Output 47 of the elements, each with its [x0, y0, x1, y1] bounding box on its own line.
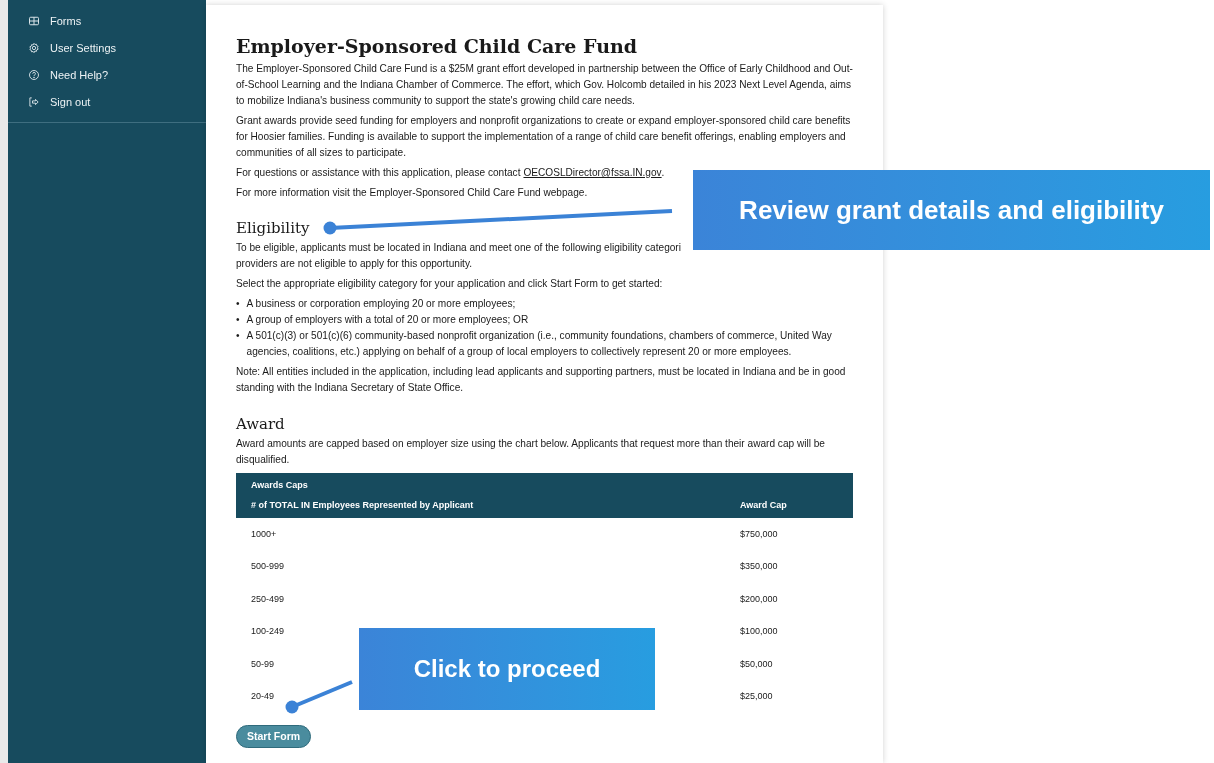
sidebar-item[interactable]: Need Help? [50, 65, 109, 85]
table-caption: Awards Caps [251, 479, 308, 490]
sidebar-item[interactable]: Sign out [50, 92, 91, 112]
table-cell: $200,000 [740, 593, 778, 604]
table-cell: 1000+ [251, 528, 277, 539]
more-info-text: For more information visit the Employer-Sponsored Child Care Fund webpage. [236, 186, 588, 200]
section-heading: Award [236, 414, 285, 434]
table-cell: $50,000 [740, 658, 773, 669]
contact-text: For questions or assistance with this application, please contact [236, 166, 521, 180]
instruction-text: Select the appropriate eligibility category for your application and click Start Form to get started: [236, 277, 664, 291]
column-header: Award Cap [740, 499, 787, 510]
exit-icon [28, 96, 40, 108]
callout-text: Review grant details and eligibility [739, 193, 1164, 227]
question-icon [28, 69, 40, 81]
gear-icon [28, 42, 40, 54]
table-cell: $25,000 [740, 691, 773, 701]
table-cell: $750,000 [740, 528, 778, 539]
award-text: Award amounts are capped based on employer size using the chart below. Applicants that request more than their award cap will be disqualified. [236, 437, 826, 467]
table-cell: 100-249 [251, 626, 285, 636]
table-cell: 20-49 [251, 691, 275, 701]
table-cell: 500-999 [251, 561, 285, 571]
period-text: . [661, 166, 665, 180]
bullet-text: A 501(c)(3) or 501(c)(6) community-based nonprofit organization (i.e., community foundations, chambers of commerce, United Way agencies, coalitions, etc.) applying on behalf of a group of local employers to collectively represent 20 or more employees. [246, 329, 833, 359]
bullet-text: A business or corporation employing 20 or more employees; [246, 297, 516, 311]
table-cell: $100,000 [740, 626, 778, 636]
table-cell: 50-99 [251, 658, 275, 669]
eligibility-text: providers are not eligible to apply for this opportunity. [236, 257, 474, 271]
bullet-text: A group of employers with a total of 20 or more employees; OR [246, 313, 529, 327]
bullet-mark: • [236, 313, 240, 327]
section-heading: Eligibility [236, 218, 310, 238]
eligibility-text: To be eligible, applicants must be located in Indiana and meet one of the following eligibility categori [236, 241, 681, 255]
intro-paragraph: The Employer-Sponsored Child Care Fund is a $25M grant effort developed in partnership between the Office of Early Childhood and Out-of-School Learning and the Indiana Chamber of Commerce. The effort, which Gov. Holcomb detailed in his 2023 Next Level Agenda, aims to mobilize Indiana's business community to support the state's growing child care needs. [236, 62, 854, 108]
table-cell: 250-499 [251, 593, 285, 604]
note-text: Note: All entities included in the application, including lead applicants and supporting partners, must be located in Indiana and be in good standing with the Indiana Secretary of State Office. [236, 365, 847, 395]
column-header: # of TOTAL IN Employees Represented by Applicant [251, 499, 474, 510]
table-cell: $350,000 [740, 561, 778, 571]
start-form-button[interactable]: Start Form [236, 725, 312, 748]
intro-paragraph: Grant awards provide seed funding for employers and nonprofit organizations to create or expand employer-sponsored child care benefits for Hoosier families. Funding is available to support the implementation of a range of child care benefit offerings, enabling employers and communities of all sizes to participate. [236, 114, 852, 160]
email-link[interactable]: OECOSLDirector@fssa.IN.gov [523, 165, 662, 181]
page-title: Employer-Sponsored Child Care Fund [236, 34, 639, 59]
sidebar-item[interactable]: User Settings [50, 38, 117, 58]
leader-line [285, 680, 353, 714]
grid-icon [28, 15, 40, 27]
callout-text: Click to proceed [413, 654, 601, 684]
bullet-mark: • [236, 297, 240, 311]
sidebar-item[interactable]: Forms [50, 11, 82, 31]
bullet-mark: • [236, 329, 240, 343]
